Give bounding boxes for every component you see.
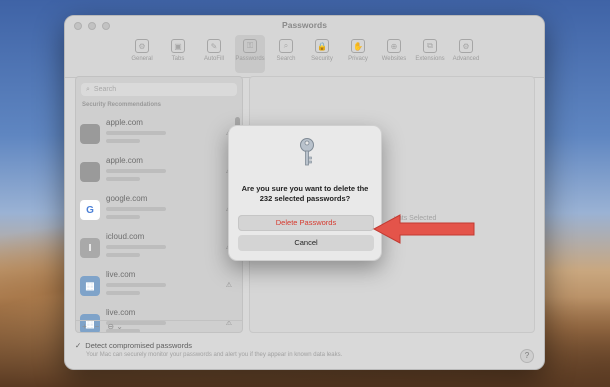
toolbar-tab-autofill[interactable]: ✎ AutoFill: [199, 35, 229, 73]
delete-confirm-dialog: Are you sure you want to delete the 232 …: [228, 125, 382, 261]
puzzle-icon: ⧉: [423, 39, 437, 53]
toolbar-tab-advanced[interactable]: ⚙ Advanced: [451, 35, 481, 73]
warning-icon: ⚠: [225, 282, 232, 289]
toolbar-tab-label: Advanced: [452, 56, 480, 62]
redacted-username: [106, 131, 166, 135]
site-name: google.com: [106, 194, 148, 203]
toolbar-tab-label: Search: [276, 56, 296, 62]
titlebar: Passwords ⚙ General ▣ Tabs ✎ AutoFill ⚿ Passwor…: [65, 16, 544, 78]
redacted-detail: [106, 139, 140, 143]
site-icon: I: [80, 238, 100, 258]
key-icon: ⚿: [243, 39, 257, 53]
checkbox-label: Detect compromised passwords: [85, 341, 193, 350]
site-name: live.com: [106, 270, 136, 279]
toolbar-tab-passwords[interactable]: ⚿ Passwords: [235, 35, 265, 73]
list-item[interactable]: ▦ live.com ⚠: [76, 267, 232, 305]
toolbar-tab-tabs[interactable]: ▣ Tabs: [163, 35, 193, 73]
search-icon: ⌕: [86, 85, 90, 93]
site-icon: ▦: [80, 276, 100, 296]
key-icon: [300, 138, 314, 166]
toolbar-tab-label: Tabs: [171, 56, 185, 62]
tabs-icon: ▣: [171, 39, 185, 53]
detect-compromised-checkbox[interactable]: ✓ Detect compromised passwords: [75, 341, 342, 350]
toolbar-tab-label: Passwords: [235, 56, 265, 62]
hand-icon: ✋: [351, 39, 365, 53]
checkmark-icon: ✓: [75, 341, 82, 350]
toolbar-tab-label: Websites: [381, 56, 407, 62]
password-sidebar: ⌕ Search Security Recommendations apple.…: [75, 76, 243, 333]
magnifier-icon: ⌕: [279, 39, 293, 53]
list-item[interactable]: Ggoogle.com⚠: [76, 191, 232, 229]
section-heading: Security Recommendations: [82, 102, 162, 108]
checkbox-subtitle: Your Mac can securely monitor your passw…: [86, 352, 343, 358]
window-title: Passwords: [282, 20, 327, 30]
delete-passwords-button[interactable]: Delete Passwords: [238, 215, 374, 231]
list-item[interactable]: Iicloud.com⚠: [76, 229, 232, 267]
toolbar-tab-search[interactable]: ⌕ Search: [271, 35, 301, 73]
gears-icon: ⚙: [459, 39, 473, 53]
toolbar-tab-extensions[interactable]: ⧉ Extensions: [415, 35, 445, 73]
redacted-detail: [106, 291, 140, 295]
toolbar-tab-label: Extensions: [415, 56, 445, 62]
remove-password-button[interactable]: −: [95, 322, 100, 331]
more-options-button[interactable]: ⊖ ⌄: [107, 322, 123, 331]
redacted-username: [106, 169, 166, 173]
add-password-button[interactable]: +: [82, 322, 87, 331]
site-name: live.com: [106, 308, 136, 317]
footer: ✓ Detect compromised passwords Your Mac …: [75, 341, 342, 358]
sidebar-bottom-bar: + − ⊖ ⌄: [76, 320, 242, 332]
red-arrow-annotation: [372, 214, 475, 244]
toolbar-tab-privacy[interactable]: ✋ Privacy: [343, 35, 373, 73]
site-icon: [80, 124, 100, 144]
toolbar: ⚙ General ▣ Tabs ✎ AutoFill ⚿ Passwords ⌕ Search 🔒…: [127, 35, 481, 73]
password-list: apple.com⚠apple.com⚠Ggoogle.com⚠Iicloud.…: [76, 115, 232, 332]
site-name: icloud.com: [106, 232, 145, 241]
toolbar-tab-websites[interactable]: ⊕ Websites: [379, 35, 409, 73]
help-button[interactable]: ?: [520, 349, 534, 363]
pencil-icon: ✎: [207, 39, 221, 53]
lock-icon: 🔒: [315, 39, 329, 53]
site-icon: G: [80, 200, 100, 220]
list-item[interactable]: apple.com⚠: [76, 115, 232, 153]
toolbar-tab-label: Privacy: [348, 56, 368, 62]
gear-icon: ⚙: [135, 39, 149, 53]
toolbar-tab-security[interactable]: 🔒 Security: [307, 35, 337, 73]
redacted-detail: [106, 253, 140, 257]
site-name: apple.com: [106, 118, 143, 127]
toolbar-tab-label: AutoFill: [203, 56, 224, 62]
search-placeholder: Search: [93, 86, 117, 93]
toolbar-tab-general[interactable]: ⚙ General: [127, 35, 157, 73]
redacted-username: [106, 283, 166, 287]
redacted-username: [106, 245, 166, 249]
list-item[interactable]: apple.com⚠: [76, 153, 232, 191]
globe-icon: ⊕: [387, 39, 401, 53]
search-field[interactable]: ⌕ Search: [81, 83, 237, 96]
redacted-username: [106, 207, 166, 211]
toolbar-tab-label: General: [131, 56, 153, 62]
site-icon: [80, 162, 100, 182]
cancel-button[interactable]: Cancel: [238, 235, 374, 251]
dialog-message: Are you sure you want to delete the 232 …: [241, 184, 369, 203]
site-name: apple.com: [106, 156, 143, 165]
toolbar-tab-label: Security: [311, 56, 333, 62]
redacted-detail: [106, 177, 140, 181]
redacted-detail: [106, 215, 140, 219]
